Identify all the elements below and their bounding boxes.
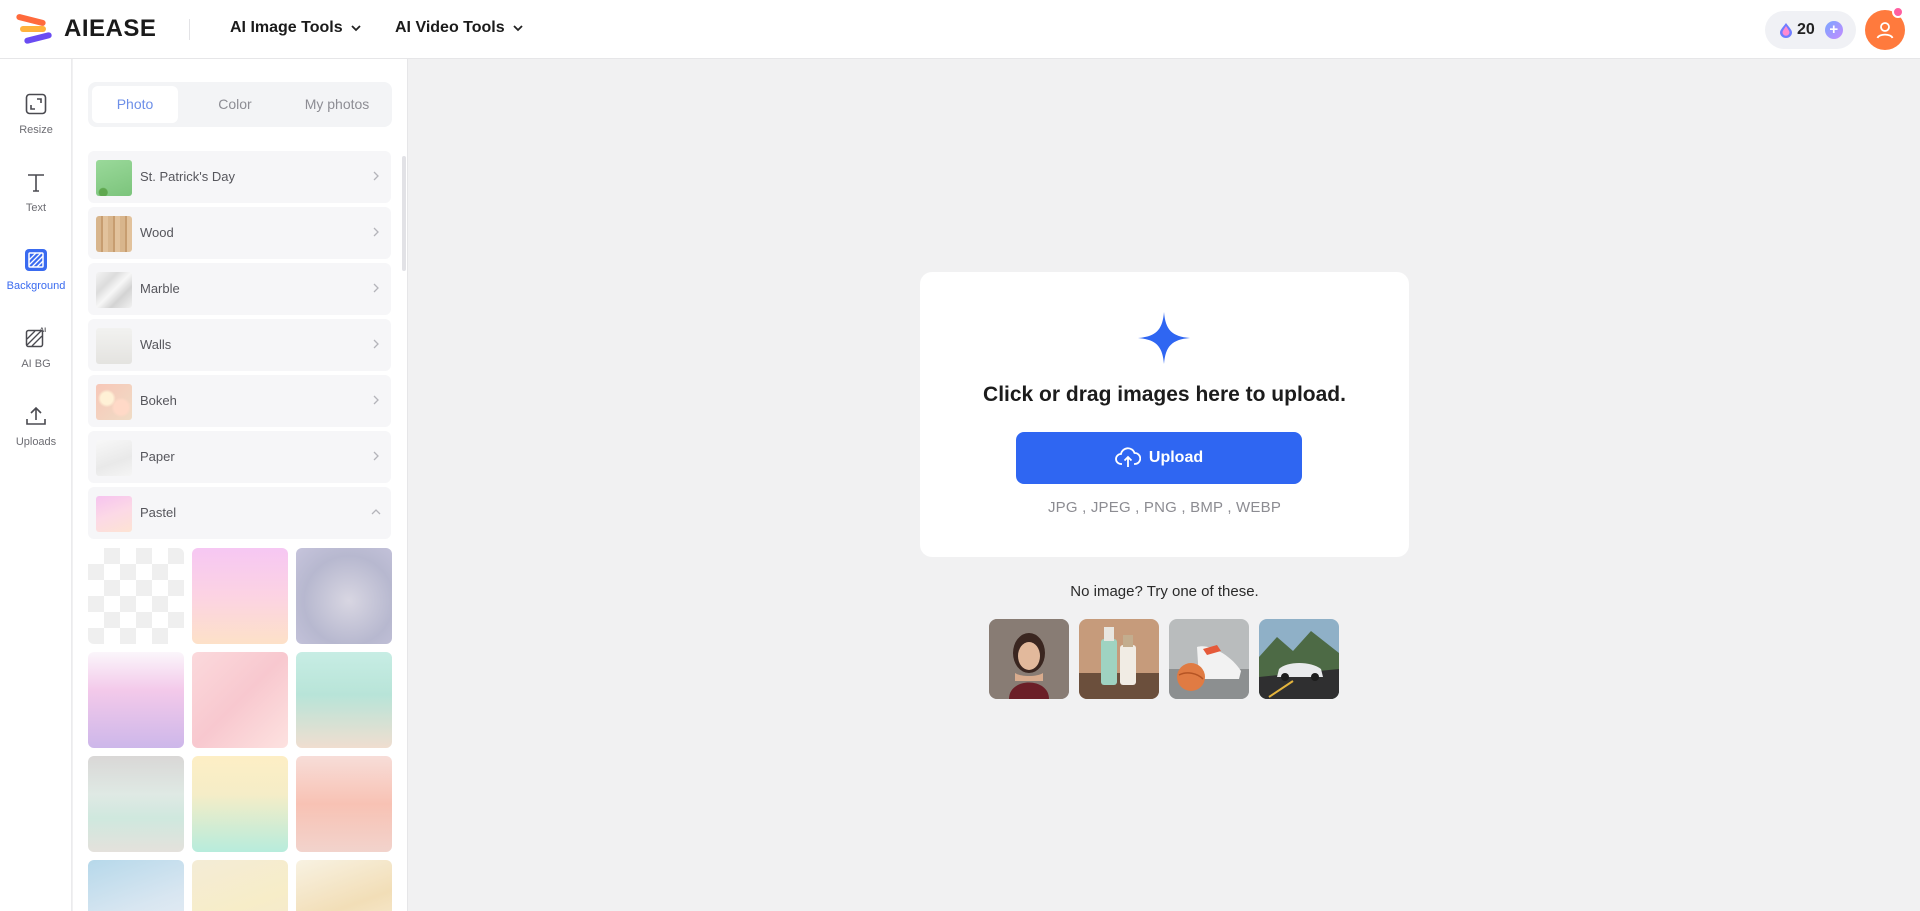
credits-badge[interactable]: 20 + (1765, 11, 1856, 49)
swatch-pastel[interactable] (192, 860, 288, 911)
category-thumbnail (96, 496, 132, 532)
sample-images-label: No image? Try one of these. (1070, 583, 1259, 600)
chevron-right-icon (373, 171, 379, 181)
rail-item-background[interactable]: Background (0, 248, 72, 318)
background-panel: Photo Color My photos St. Patrick's Day … (73, 59, 408, 911)
swatch-pastel[interactable] (192, 652, 288, 748)
sample-image-sneaker[interactable] (1169, 619, 1249, 699)
swatch-pastel[interactable] (296, 652, 392, 748)
category-thumbnail (96, 160, 132, 196)
swatch-pastel[interactable] (296, 548, 392, 644)
add-credits-icon[interactable]: + (1824, 21, 1843, 39)
category-label: Paper (140, 449, 175, 464)
category-label: Marble (140, 281, 180, 296)
text-icon (28, 174, 44, 192)
car-image (1259, 619, 1339, 699)
tab-my-photos[interactable]: My photos (286, 86, 388, 123)
cosmetics-image (1079, 619, 1159, 699)
notification-dot-icon (1892, 6, 1904, 18)
sample-image-cosmetics[interactable] (1079, 619, 1159, 699)
rail-item-label: Text (25, 202, 47, 214)
brand-name: AIEASE (64, 15, 157, 42)
nav-ai-video-tools-label: AI Video Tools (395, 19, 505, 36)
chevron-right-icon (373, 451, 379, 461)
panel-scrollbar[interactable] (402, 156, 406, 271)
category-label: St. Patrick's Day (140, 169, 235, 184)
tab-photo[interactable]: Photo (92, 86, 178, 123)
upload-button-label: Upload (1148, 449, 1204, 466)
category-wood[interactable]: Wood (88, 207, 391, 259)
nav-ai-video-tools[interactable]: AI Video Tools (395, 19, 523, 37)
swatch-pastel[interactable] (192, 756, 288, 852)
category-thumbnail (96, 272, 132, 308)
category-label: Pastel (140, 505, 177, 520)
gem-icon (1780, 23, 1792, 38)
ai-bg-icon: AI (25, 327, 47, 348)
header-divider (189, 19, 190, 40)
upload-button[interactable]: Upload (1016, 432, 1302, 484)
rail-item-label: AI BG (21, 358, 51, 370)
portrait-image (989, 619, 1069, 699)
chevron-down-icon (350, 25, 361, 32)
credits-count: 20 (1797, 21, 1815, 38)
chevron-right-icon (373, 395, 379, 405)
chevron-right-icon (373, 283, 379, 293)
chevron-right-icon (373, 227, 379, 237)
category-bokeh[interactable]: Bokeh (88, 375, 391, 427)
swatch-pastel[interactable] (88, 860, 184, 911)
chevron-down-icon (513, 25, 523, 32)
rail-item-label: Uploads (15, 436, 57, 448)
rail-item-label: Background (6, 280, 66, 292)
rail-item-text[interactable]: Text (0, 170, 72, 240)
sample-image-portrait[interactable] (989, 619, 1069, 699)
top-header: AIEASE AI Image Tools AI Video Tools 20 … (0, 0, 1920, 59)
swatch-pastel[interactable] (88, 652, 184, 748)
swatch-transparent[interactable] (88, 548, 184, 644)
category-thumbnail (96, 216, 132, 252)
sample-image-car[interactable] (1259, 619, 1339, 699)
category-paper[interactable]: Paper (88, 431, 391, 483)
swatch-pastel[interactable] (88, 756, 184, 852)
chevron-up-icon (371, 509, 381, 515)
rail-item-resize[interactable]: Resize (0, 92, 72, 162)
category-thumbnail (96, 328, 132, 364)
upload-title: Click or drag images here to upload. (983, 383, 1346, 406)
category-label: Wood (140, 225, 174, 240)
swatch-pastel[interactable] (296, 860, 392, 911)
sneaker-image (1169, 619, 1249, 699)
category-st-patricks-day[interactable]: St. Patrick's Day (88, 151, 391, 203)
category-label: Bokeh (140, 393, 177, 408)
tool-rail: Resize Text Background AI AI BG Uploads (0, 59, 72, 911)
supported-formats: JPG , JPEG , PNG , BMP , WEBP (1047, 499, 1282, 516)
brand-logo[interactable]: AIEASE (15, 13, 157, 45)
category-thumbnail (96, 384, 132, 420)
swatch-pastel[interactable] (192, 548, 288, 644)
nav-ai-image-tools[interactable]: AI Image Tools (230, 19, 361, 37)
sparkle-plus-icon (1138, 312, 1190, 364)
background-icon (25, 249, 47, 271)
nav-ai-image-tools-label: AI Image Tools (230, 19, 343, 36)
category-pastel[interactable]: Pastel (88, 487, 391, 539)
swatch-pastel[interactable] (296, 756, 392, 852)
svg-text:AI: AI (40, 327, 47, 334)
category-thumbnail (96, 440, 132, 476)
logo-icon (15, 13, 56, 45)
tab-color[interactable]: Color (184, 86, 286, 123)
category-label: Walls (140, 337, 172, 352)
chevron-right-icon (373, 339, 379, 349)
resize-icon (25, 93, 47, 115)
panel-tabs: Photo Color My photos (88, 82, 392, 127)
category-marble[interactable]: Marble (88, 263, 391, 315)
user-icon (1876, 22, 1894, 39)
upload-icon (26, 406, 46, 425)
cloud-upload-icon (1115, 447, 1141, 467)
rail-item-uploads[interactable]: Uploads (0, 404, 72, 474)
rail-item-ai-bg[interactable]: AI AI BG (0, 326, 72, 396)
rail-item-label: Resize (19, 124, 53, 136)
category-walls[interactable]: Walls (88, 319, 391, 371)
